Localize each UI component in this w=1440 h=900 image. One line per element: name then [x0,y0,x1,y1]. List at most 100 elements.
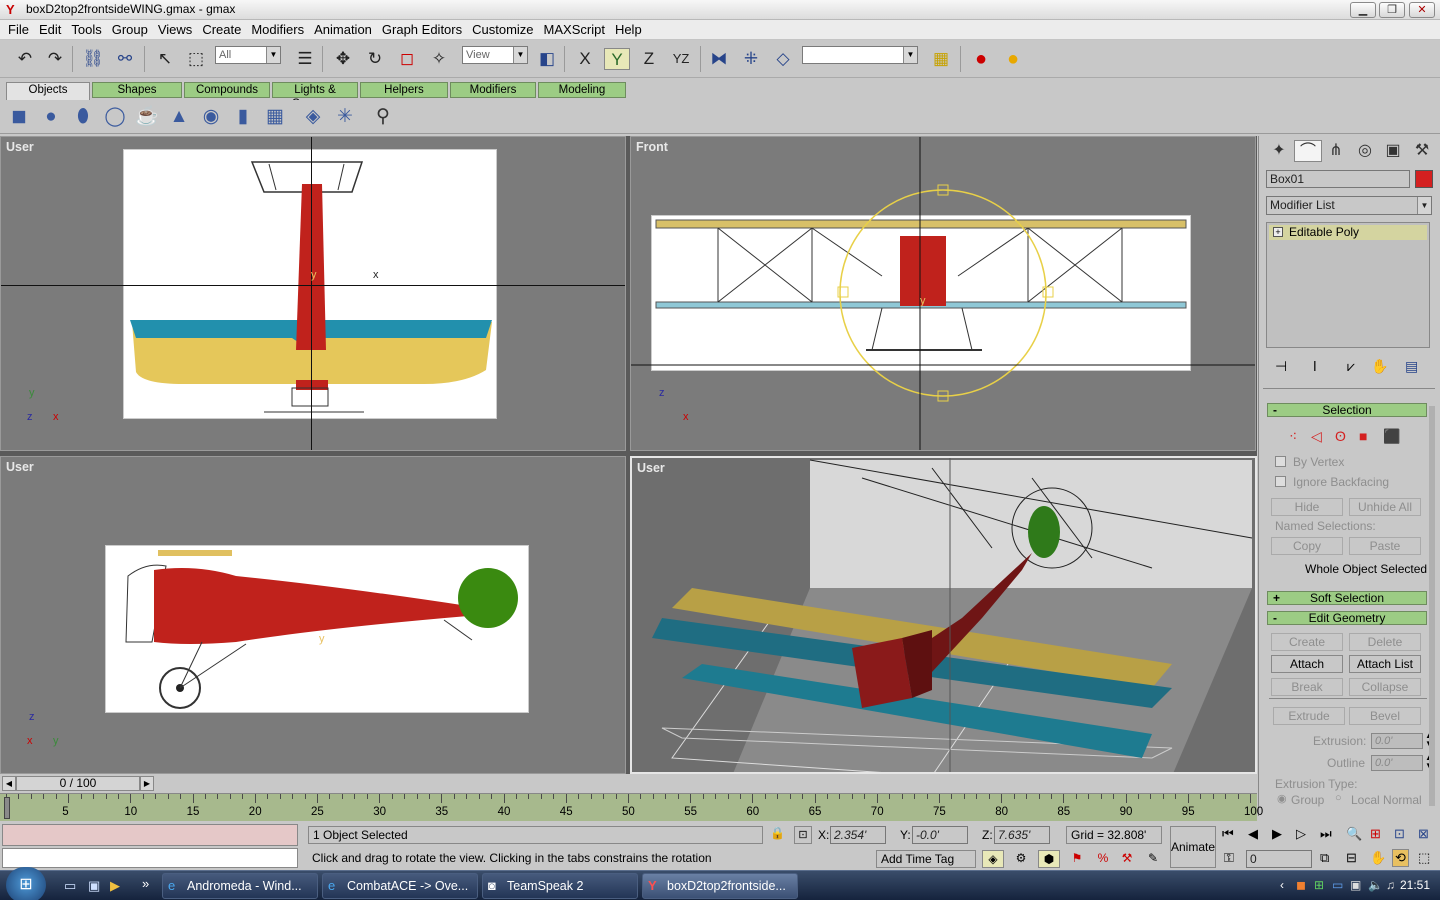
teapot-icon[interactable]: ☕ [134,104,160,130]
maxscript-listener-mini[interactable] [2,824,298,846]
menu-animation[interactable]: Animation [309,20,377,39]
menu-file[interactable]: File [3,20,34,39]
edge-mode-icon[interactable]: ◁ [1311,428,1322,445]
ignore-backfacing-checkbox[interactable] [1275,476,1286,487]
array-icon[interactable]: ⁜ [738,48,764,70]
tab-modifiers[interactable]: Modifiers [450,82,536,98]
menu-views[interactable]: Views [153,20,197,39]
stack-item-editable-poly[interactable]: + Editable Poly [1269,225,1427,240]
cone-icon[interactable]: ▲ [166,104,192,130]
menu-maxscript[interactable]: MAXScript [539,20,610,39]
snaps-toggle-icon[interactable]: ⬢ [1038,850,1060,868]
extrude-button[interactable]: Extrude [1273,707,1345,725]
angle-snap-icon[interactable]: ⚑ [1066,850,1088,868]
expand-icon[interactable]: + [1273,227,1283,237]
menu-edit[interactable]: Edit [34,20,66,39]
torus-knot-icon[interactable]: ✳ [332,104,358,130]
tray-volume-icon[interactable]: 🔈 [1368,878,1383,892]
viewport-perspective[interactable]: User y [630,456,1257,774]
polygon-mode-icon[interactable]: ■ [1359,428,1367,444]
add-time-tag-button[interactable]: Add Time Tag [876,850,976,868]
utilities-panel-icon[interactable]: ⚒ [1408,140,1436,162]
menu-customize[interactable]: Customize [467,20,538,39]
viewport-front[interactable]: Front y z x [630,136,1256,451]
tab-lights-cameras[interactable]: Lights & Cameras [272,82,358,110]
tray-speaker-icon[interactable]: ♫ [1386,878,1395,892]
current-frame-field[interactable]: 0 [1246,850,1312,868]
play-icon[interactable]: ▶ [1272,826,1282,842]
clock[interactable]: 21:51 [1400,878,1430,892]
bevel-button[interactable]: Bevel [1349,707,1421,725]
viewport-bottom-left[interactable]: User y z x y [0,456,626,774]
degradation-override-icon[interactable]: ◈ [982,850,1004,868]
render-scene-icon[interactable]: ● [1000,48,1026,70]
zoom-extents-all-icon[interactable]: ⊠ [1418,826,1429,842]
tab-objects[interactable]: Objects [6,82,90,100]
mirror-icon[interactable]: ⧓ [706,48,732,70]
manipulate-icon[interactable]: ✧ [426,48,452,70]
restrict-yz-icon[interactable]: YZ [668,48,694,70]
select-by-name-icon[interactable]: ☰ [292,48,318,70]
tray-display-icon[interactable]: ▭ [1332,878,1343,892]
x-coordinate-field[interactable]: 2.354' [830,826,886,844]
tray-network-icon[interactable]: ⊞ [1314,878,1324,892]
by-vertex-checkbox[interactable] [1275,456,1286,467]
create-panel-icon[interactable]: ✦ [1265,140,1293,162]
unlink-icon[interactable]: ⚯ [112,48,138,70]
zoom-extents-icon[interactable]: ⊡ [1394,826,1405,842]
break-button[interactable]: Break [1271,678,1343,696]
hide-button[interactable]: Hide [1271,498,1343,516]
collapse-button[interactable]: Collapse [1349,678,1421,696]
selection-gizmo[interactable] [631,137,1256,451]
previous-frame-icon[interactable]: ◀ [1248,826,1258,842]
maximize-button[interactable]: ❐ [1379,2,1405,18]
schematic-view-icon[interactable]: ▦ [928,48,954,70]
explorer-icon[interactable]: ▣ [88,878,100,894]
rollout-selection[interactable]: - Selection [1267,403,1427,417]
object-name-field[interactable]: Box01 [1266,170,1410,188]
named-selection-sets-dropdown[interactable]: ▼ [802,46,918,64]
minimize-button[interactable]: ▁ [1350,2,1376,18]
cylinder-icon[interactable]: ⬮ [70,104,96,130]
y-coordinate-field[interactable]: -0.0' [912,826,968,844]
border-mode-icon[interactable]: ʘ [1335,428,1346,444]
spinner-snap-icon[interactable]: ⚒ [1116,850,1138,868]
plane-icon[interactable]: ▦ [262,104,288,130]
crossing-selection-icon[interactable]: ⚙ [1010,850,1032,868]
rollout-edit-geometry[interactable]: - Edit Geometry [1267,611,1427,625]
align-icon[interactable]: ◇ [770,48,796,70]
next-frame-arrow-icon[interactable]: ▶ [140,776,154,791]
start-button[interactable]: ⊞ [6,867,46,900]
rotate-icon[interactable]: ↻ [362,48,388,70]
command-panel-scrollbar[interactable] [1429,406,1435,806]
scale-icon[interactable]: ◻ [394,48,420,70]
menu-group[interactable]: Group [107,20,153,39]
restrict-x-icon[interactable]: X [572,48,598,70]
remove-modifier-icon[interactable]: ✋ [1371,358,1388,375]
tray-expand-icon[interactable]: ‹ [1280,878,1284,892]
region-zoom-icon[interactable]: ⊟ [1346,850,1357,866]
motion-panel-icon[interactable]: ◎ [1351,140,1379,162]
edit-named-sel-icon[interactable]: ✎ [1142,850,1164,868]
selection-filter-dropdown[interactable]: All ▼ [215,46,281,64]
tray-network2-icon[interactable]: ▣ [1350,878,1361,892]
reference-coordinate-dropdown[interactable]: View ▼ [462,46,528,64]
taskbar-item-combatace[interactable]: e CombatACE -> Ove... [322,873,478,899]
copy-button[interactable]: Copy [1271,537,1343,555]
media-player-icon[interactable]: ▶ [110,878,120,894]
object-color-swatch[interactable] [1415,170,1433,188]
maximize-viewport-icon[interactable]: ⬚ [1418,850,1430,866]
tray-app-icon[interactable]: ◼ [1296,878,1306,892]
key-mode-icon[interactable]: ⚿ [1224,850,1234,866]
extrusion-spinner[interactable]: 0.0' [1371,733,1423,749]
time-config-icon[interactable]: ⧉ [1320,850,1329,866]
time-slider-thumb[interactable]: 0 / 100 [16,776,140,791]
percent-snap-icon[interactable]: % [1092,850,1114,868]
make-unique-icon[interactable]: ⩗ [1347,358,1355,375]
z-coordinate-field[interactable]: 7.635' [994,826,1050,844]
quick-launch-more-icon[interactable]: » [142,876,149,891]
display-panel-icon[interactable]: ▣ [1379,140,1407,162]
geosphere-icon[interactable]: ◉ [198,104,224,130]
tab-modeling[interactable]: Modeling [538,82,626,98]
zoom-all-icon[interactable]: ⊞ [1370,826,1381,842]
